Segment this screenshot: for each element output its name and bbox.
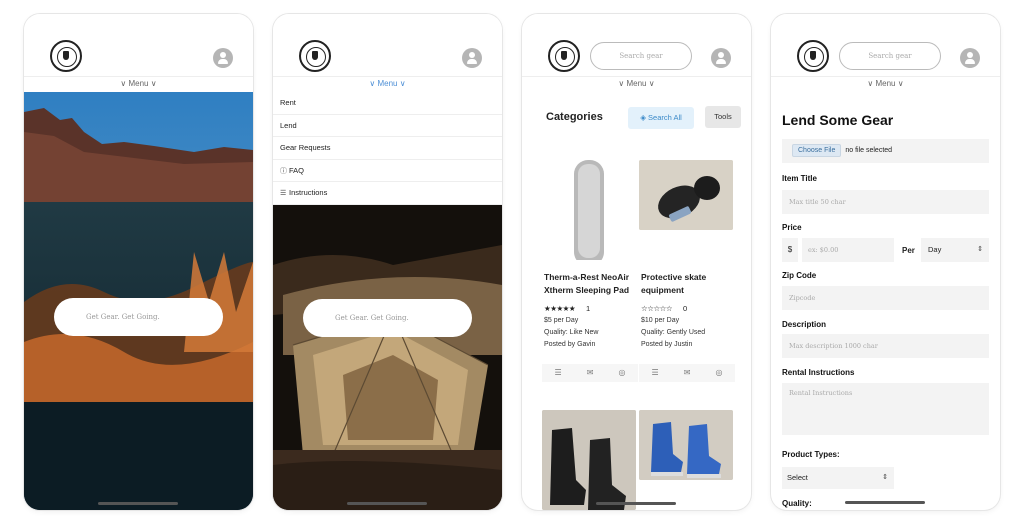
message-icon[interactable]: ✉ <box>587 364 594 382</box>
tent-photo <box>273 205 502 510</box>
skates-image <box>639 410 733 480</box>
nav-item-label: FAQ <box>289 165 305 175</box>
home-indicator <box>845 501 925 504</box>
nav-item-instructions[interactable]: ☰ Instructions <box>273 182 502 205</box>
logo-icon[interactable] <box>50 40 82 72</box>
nav-item-label: Instructions <box>289 188 328 197</box>
rental-instructions-input[interactable]: Rental Instructions <box>782 383 989 435</box>
nav-item-label: Gear Requests <box>280 143 331 152</box>
details-icon[interactable]: ☰ <box>555 364 562 382</box>
description-label: Description <box>782 320 827 329</box>
nav-item-lend[interactable]: Lend <box>273 115 502 137</box>
tagline-banner[interactable]: Get Gear. Get Going. <box>54 298 223 336</box>
item-title[interactable]: Therm-a-Rest NeoAir Xtherm Sleeping Pad <box>544 271 636 297</box>
item-title-label: Item Title <box>782 174 817 183</box>
choose-file-button[interactable]: Choose File <box>792 144 842 157</box>
list-icon: ☰ <box>280 190 287 197</box>
select-caret-icon: ⇕ <box>977 246 983 253</box>
logo-icon[interactable] <box>797 40 829 72</box>
top-bar: Search gear <box>522 14 751 76</box>
quality-label: Quality: <box>782 499 812 508</box>
product-types-value: Select <box>787 473 808 482</box>
skate-gear-image <box>639 160 733 230</box>
phone-screen-home: ∨ Menu ∨ Get Gear. Get Going. <box>24 14 253 510</box>
logo-icon[interactable] <box>299 40 331 72</box>
phone-screen-menu: ∨ Menu ∨ Rent Lend Gear Requests ⓘ FAQ ☰ I… <box>273 14 502 510</box>
hero-image-tent: Get Gear. Get Going. <box>273 205 502 510</box>
boots-image <box>542 410 636 510</box>
page-title: Lend Some Gear <box>782 112 894 128</box>
file-upload: Choose File no file selected <box>782 139 989 163</box>
menu-toggle[interactable]: ∨ Menu ∨ <box>273 76 502 90</box>
location-icon[interactable]: ◎ <box>715 364 722 382</box>
home-indicator <box>596 502 676 505</box>
rating-count: 1 <box>586 304 591 313</box>
item-posted-by: Posted by Justin <box>641 341 693 348</box>
price-label: Price <box>782 223 802 232</box>
nav-item-label: Lend <box>280 120 297 130</box>
nav-item-faq[interactable]: ⓘ FAQ <box>273 160 502 182</box>
item-quality: Quality: Gently Used <box>641 329 706 336</box>
top-bar <box>273 14 502 76</box>
tools-button[interactable]: Tools <box>705 106 741 128</box>
search-input[interactable]: Search gear <box>839 42 941 70</box>
price-input[interactable]: ex: $0.00 <box>802 238 894 262</box>
info-icon: ⓘ <box>280 167 287 175</box>
zip-input[interactable]: Zipcode <box>782 286 989 310</box>
nav-item-label: Rent <box>280 98 296 107</box>
description-input[interactable]: Max description 1000 char <box>782 334 989 358</box>
item-title-input[interactable]: Max title 50 char <box>782 190 989 214</box>
categories-title: Categories <box>546 111 603 123</box>
zip-label: Zip Code <box>782 271 817 280</box>
menu-toggle[interactable]: ∨ Menu ∨ <box>522 76 751 90</box>
currency-prefix: $ <box>782 238 798 262</box>
message-icon[interactable]: ✉ <box>684 364 691 382</box>
menu-toggle[interactable]: ∨ Menu ∨ <box>771 76 1000 90</box>
item-quality: Quality: Like New <box>544 329 599 336</box>
location-icon[interactable]: ◎ <box>618 364 625 382</box>
details-icon[interactable]: ☰ <box>652 364 659 382</box>
per-select-value: Day <box>928 245 942 254</box>
hero-image-canyon: Get Gear. Get Going. <box>24 92 253 510</box>
search-all-button[interactable]: ◈ Search All <box>628 107 694 129</box>
card-actions: ☰ ✉ ◎ <box>639 364 735 382</box>
per-select[interactable]: Day ⇕ <box>921 238 989 262</box>
sleeping-pad-image <box>542 160 636 260</box>
user-avatar-icon[interactable] <box>960 48 980 68</box>
user-avatar-icon[interactable] <box>711 48 731 68</box>
phone-screen-lend: Search gear ∨ Menu ∨ Lend Some Gear Choo… <box>771 14 1000 510</box>
item-title[interactable]: Protective skate equipment <box>641 271 733 297</box>
item-price: $5 per Day <box>544 317 579 324</box>
nav-item-gear-requests[interactable]: Gear Requests <box>273 137 502 160</box>
rental-instructions-label: Rental Instructions <box>782 368 855 377</box>
home-indicator <box>347 502 427 505</box>
select-caret-icon: ⇕ <box>882 474 888 481</box>
home-indicator <box>98 502 178 505</box>
phone-screen-browse: Search gear ∨ Menu ∨ Categories ◈ Search… <box>522 14 751 510</box>
nav-item-rent[interactable]: Rent <box>273 92 502 115</box>
card-actions: ☰ ✉ ◎ <box>542 364 638 382</box>
item-posted-by: Posted by Gavin <box>544 341 596 348</box>
rating-stars: ★★★★★ <box>544 304 576 313</box>
per-label: Per <box>902 246 915 255</box>
menu-toggle[interactable]: ∨ Menu ∨ <box>24 76 253 90</box>
top-bar <box>24 14 253 76</box>
product-types-select[interactable]: Select ⇕ <box>782 467 894 489</box>
search-input[interactable]: Search gear <box>590 42 692 70</box>
rating-stars: ☆☆☆☆☆ <box>641 304 673 313</box>
nav-menu: Rent Lend Gear Requests ⓘ FAQ ☰ Instructio… <box>273 92 502 205</box>
rating-count: 0 <box>683 304 688 313</box>
category-header: Categories ◈ Search All Tools <box>522 100 751 140</box>
file-status: no file selected <box>845 147 893 154</box>
tagline-banner[interactable]: Get Gear. Get Going. <box>303 299 472 337</box>
logo-icon[interactable] <box>548 40 580 72</box>
top-bar: Search gear <box>771 14 1000 76</box>
user-avatar-icon[interactable] <box>462 48 482 68</box>
user-avatar-icon[interactable] <box>213 48 233 68</box>
item-price: $10 per Day <box>641 317 680 324</box>
product-types-label: Product Types: <box>782 450 840 459</box>
